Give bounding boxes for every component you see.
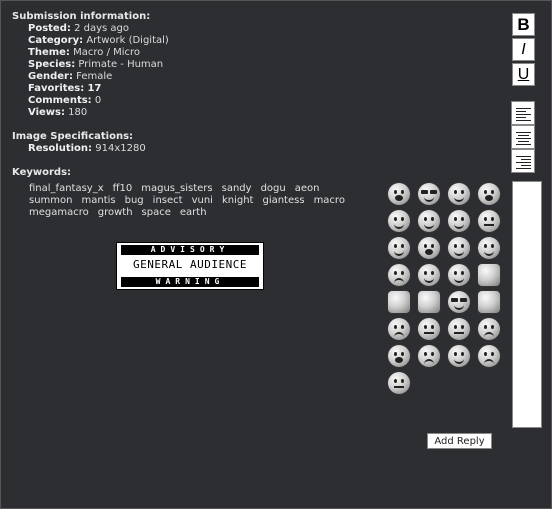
submission-heading: Submission information:	[12, 11, 151, 22]
keyword-link[interactable]: earth	[180, 207, 207, 219]
beam-smiley-icon[interactable]	[448, 345, 470, 367]
big-grin-smiley-icon[interactable]	[448, 264, 470, 286]
resolution-row: Resolution: 914x1280	[12, 143, 146, 155]
field-value: Female	[76, 71, 113, 82]
grin-smiley-icon[interactable]	[388, 237, 410, 259]
surprised-smiley-icon[interactable]	[478, 183, 500, 205]
species-row: Species: Primate - Human	[12, 59, 169, 71]
keyword-link[interactable]: final_fantasy_x	[29, 183, 104, 195]
posted-row: Posted: 2 days ago	[12, 23, 169, 35]
keyword-link[interactable]: bug	[125, 195, 144, 207]
keyword-link[interactable]: aeon	[295, 183, 320, 195]
grimace-smiley-icon[interactable]	[388, 372, 410, 394]
sad-smiley-icon[interactable]	[388, 318, 410, 340]
field-label: Resolution:	[28, 143, 93, 154]
happy-smiley-icon[interactable]	[388, 210, 410, 232]
advisory-badge: ADVISORY GENERAL AUDIENCE WARNING	[116, 242, 264, 290]
field-label: Posted:	[28, 23, 71, 34]
keyword-link[interactable]: knight	[222, 195, 254, 207]
theme-row: Theme: Macro / Micro	[12, 47, 169, 59]
keyword-link[interactable]: space	[142, 207, 171, 219]
neutral-smiley-icon[interactable]	[418, 264, 440, 286]
keyword-link[interactable]: summon	[29, 195, 73, 207]
flat-smiley-icon[interactable]	[418, 318, 440, 340]
smile-smiley-icon[interactable]	[448, 183, 470, 205]
frown-smiley-icon[interactable]	[388, 264, 410, 286]
category-row: Category: Artwork (Digital)	[12, 35, 169, 47]
field-label: Category:	[28, 35, 84, 46]
field-label: Gender:	[28, 71, 73, 82]
keyword-link[interactable]: vuni	[192, 195, 213, 207]
reply-textarea[interactable]	[512, 181, 542, 428]
field-label: Comments:	[28, 95, 92, 106]
align-right-button[interactable]	[511, 149, 535, 173]
keyword-list: final_fantasy_x ff10 magus_sisters sandy dog…	[29, 183, 374, 219]
heart-icon[interactable]	[418, 291, 440, 313]
glasses-smiley-icon[interactable]	[448, 291, 470, 313]
favorites-row: Favorites: 17	[12, 83, 169, 95]
advisory-bottom: WARNING	[121, 277, 259, 287]
gift-icon[interactable]	[478, 264, 500, 286]
gender-row: Gender: Female	[12, 71, 169, 83]
keyword-link[interactable]: sandy	[222, 183, 252, 195]
field-value: 2 days ago	[74, 23, 129, 34]
keyword-link[interactable]: giantess	[262, 195, 304, 207]
yawn-smiley-icon[interactable]	[388, 345, 410, 367]
wink-smiley-icon[interactable]	[418, 210, 440, 232]
specs-heading: Image Specifications:	[12, 131, 134, 142]
keyword-link[interactable]: magus_sisters	[141, 183, 212, 195]
angry-hair-smiley-icon[interactable]	[418, 237, 440, 259]
field-label: Species:	[28, 59, 76, 70]
angry-smiley-icon[interactable]	[478, 345, 500, 367]
align-left-button[interactable]	[511, 101, 535, 125]
meh-smiley-icon[interactable]	[448, 318, 470, 340]
comments-row: Comments: 0	[12, 95, 169, 107]
field-value: 914x1280	[95, 143, 146, 154]
field-value: 0	[94, 95, 102, 106]
smirk-smiley-icon[interactable]	[448, 210, 470, 232]
music-note-icon[interactable]	[478, 291, 500, 313]
advisory-rating: GENERAL AUDIENCE	[133, 258, 247, 271]
field-label: Theme:	[28, 47, 70, 58]
views-row: Views: 180	[12, 107, 169, 119]
field-label: Views:	[28, 107, 65, 118]
underline-button[interactable]: U	[512, 63, 535, 86]
keyword-link[interactable]: growth	[98, 207, 133, 219]
mad-smiley-icon[interactable]	[418, 345, 440, 367]
keyword-link[interactable]: megamacro	[29, 207, 89, 219]
keyword-link[interactable]: mantis	[82, 195, 116, 207]
field-value: Artwork (Digital)	[86, 35, 169, 46]
field-label: Favorites:	[28, 83, 85, 94]
advisory-top: ADVISORY	[121, 245, 259, 255]
add-reply-button[interactable]: Add Reply	[427, 433, 492, 449]
cool-smiley-icon[interactable]	[418, 183, 440, 205]
upset-smiley-icon[interactable]	[478, 318, 500, 340]
image-specs: Image Specifications: Resolution: 914x12…	[12, 131, 146, 155]
confused-smiley-icon[interactable]	[478, 210, 500, 232]
italic-button[interactable]: I	[512, 38, 535, 61]
align-center-button[interactable]	[511, 125, 535, 149]
laugh-smiley-icon[interactable]	[448, 237, 470, 259]
keyword-link[interactable]: ff10	[113, 183, 133, 195]
field-value: Primate - Human	[78, 59, 164, 70]
field-value: Macro / Micro	[73, 47, 141, 58]
keyword-link[interactable]: dogu	[261, 183, 286, 195]
keywords-heading: Keywords:	[12, 167, 72, 178]
eyeroll-smiley-icon[interactable]	[478, 237, 500, 259]
field-value: 180	[68, 107, 88, 118]
field-value: 17	[87, 83, 102, 94]
tongue-smiley-icon[interactable]	[388, 183, 410, 205]
cup-icon[interactable]	[388, 291, 410, 313]
keyword-link[interactable]: macro	[314, 195, 345, 207]
bold-button[interactable]: B	[512, 13, 535, 36]
submission-info: Submission information: Posted: 2 days a…	[12, 11, 169, 119]
keyword-link[interactable]: insect	[153, 195, 183, 207]
